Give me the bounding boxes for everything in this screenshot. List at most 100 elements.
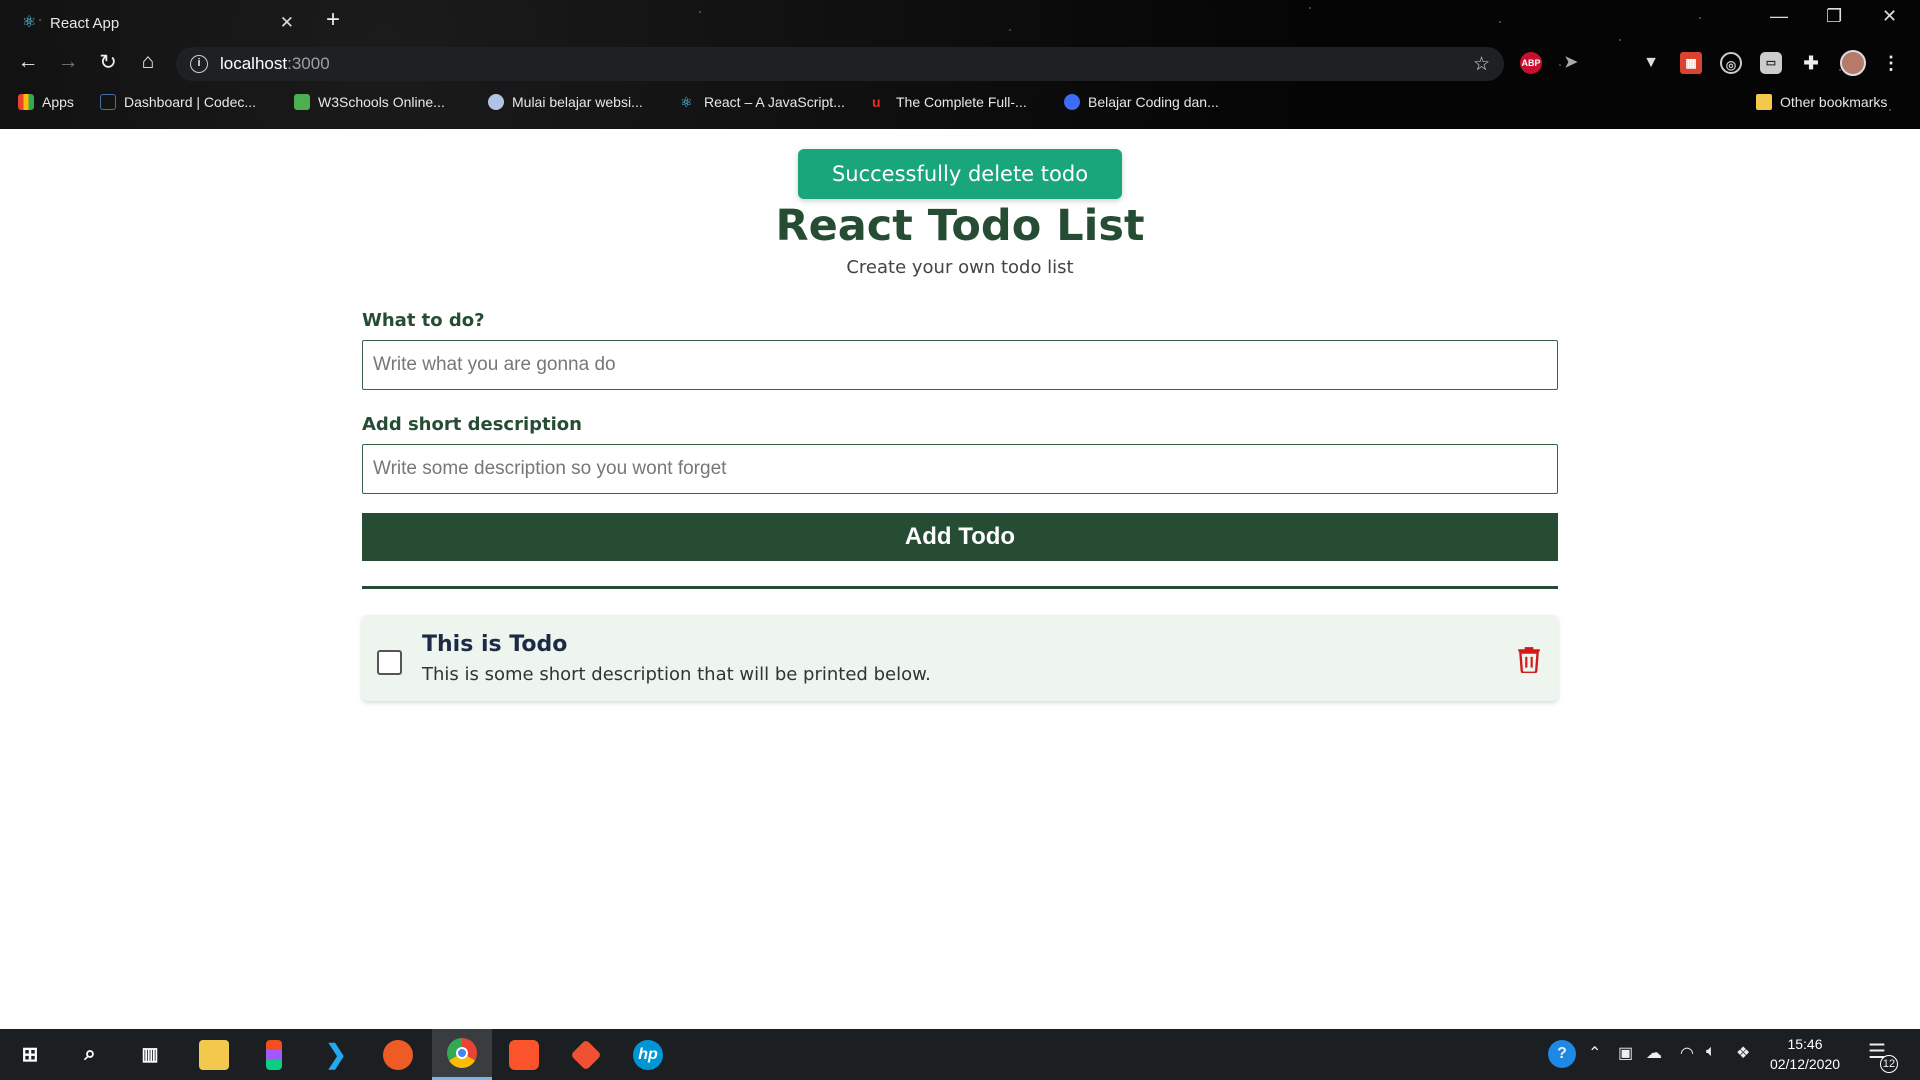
chrome-icon bbox=[447, 1038, 477, 1068]
todo-title-label: What to do? bbox=[362, 310, 485, 331]
success-toast: Successfully delete todo bbox=[798, 149, 1122, 199]
bookmark-label: Mulai belajar websi... bbox=[512, 94, 643, 110]
todo-title-input[interactable] bbox=[362, 340, 1558, 390]
chrome-menu-icon[interactable]: ⋮ bbox=[1880, 52, 1902, 74]
todo-description-label: Add short description bbox=[362, 414, 582, 435]
hp-icon: hp bbox=[633, 1039, 663, 1070]
browser-tab[interactable]: ⚛ React App ✕ bbox=[8, 4, 308, 42]
todo-item-title: This is Todo bbox=[422, 632, 568, 657]
taskbar-hp[interactable]: hp bbox=[618, 1029, 678, 1080]
back-arrow-icon[interactable]: ← bbox=[14, 50, 42, 74]
search-icon: ⌕ bbox=[84, 1043, 96, 1065]
forward-arrow-icon[interactable]: → bbox=[54, 50, 82, 74]
tab-close-icon[interactable]: ✕ bbox=[280, 13, 294, 33]
bookmark-label: React – A JavaScript... bbox=[704, 94, 845, 110]
bookmark-dashboard-codec[interactable]: Dashboard | Codec... bbox=[100, 94, 256, 110]
taskbar-brave[interactable] bbox=[494, 1029, 554, 1080]
extensions-puzzle-icon[interactable]: ✚ bbox=[1800, 52, 1822, 74]
restore-icon[interactable]: ❐ bbox=[1826, 6, 1842, 27]
w3schools-icon bbox=[294, 94, 310, 110]
bookmark-belajar-coding[interactable]: Belajar Coding dan... bbox=[1064, 94, 1219, 110]
git-icon bbox=[570, 1038, 602, 1071]
add-todo-button[interactable]: Add Todo bbox=[362, 513, 1558, 561]
todo-checkbox[interactable] bbox=[377, 650, 402, 675]
dropbox-icon[interactable]: ❖ bbox=[1736, 1043, 1750, 1063]
codecademy-icon bbox=[100, 94, 116, 110]
apps-grid-icon bbox=[18, 94, 34, 110]
address-bar[interactable]: i localhost:3000 ☆ bbox=[176, 47, 1504, 81]
start-button[interactable]: ⊞ bbox=[0, 1029, 60, 1080]
react-logo-icon: ⚛ bbox=[680, 94, 693, 110]
bookmark-mulai-belajar[interactable]: Mulai belajar websi... bbox=[488, 94, 643, 110]
taskbar-postman[interactable] bbox=[368, 1029, 428, 1080]
site-info-icon[interactable]: i bbox=[190, 55, 208, 73]
home-icon[interactable]: ⌂ bbox=[134, 50, 162, 74]
minimize-icon[interactable]: — bbox=[1770, 6, 1788, 27]
close-window-icon[interactable]: ✕ bbox=[1882, 6, 1897, 27]
page-subtitle: Create your own todo list bbox=[846, 257, 1074, 278]
windows-logo-icon: ⊞ bbox=[21, 1044, 39, 1066]
folder-icon bbox=[199, 1039, 229, 1070]
udemy-icon: u bbox=[872, 94, 881, 110]
notification-count-badge: 12 bbox=[1880, 1055, 1898, 1073]
search-button[interactable]: ⌕ bbox=[60, 1029, 120, 1080]
bookmark-label: W3Schools Online... bbox=[318, 94, 445, 110]
windows-taskbar: ⊞ ⌕ ▥ ❯ hp ? ⌃ ▣ ☁ ◠ 🔈︎ ❖ 15:46 02/12/20… bbox=[0, 1029, 1920, 1080]
trash-icon[interactable] bbox=[1516, 645, 1542, 673]
taskbar-vscode[interactable]: ❯ bbox=[306, 1029, 366, 1080]
todo-item-description: This is some short description that will… bbox=[422, 664, 931, 685]
other-bookmarks-label: Other bookmarks bbox=[1780, 94, 1888, 110]
onedrive-cloud-icon[interactable]: ☁ bbox=[1646, 1043, 1662, 1063]
other-bookmarks[interactable]: Other bookmarks bbox=[1756, 94, 1887, 110]
folder-icon bbox=[1756, 94, 1772, 110]
bookmark-label: Dashboard | Codec... bbox=[124, 94, 257, 110]
page-title: React Todo List bbox=[775, 201, 1145, 251]
octotree-icon[interactable]: ▦ bbox=[1680, 52, 1702, 74]
vscode-icon: ❯ bbox=[325, 1039, 347, 1069]
chat-extension-icon[interactable]: ▭ bbox=[1760, 52, 1782, 74]
site-icon bbox=[1064, 94, 1080, 110]
url-host: localhost bbox=[220, 54, 288, 73]
vue-devtools-icon[interactable]: ▼ bbox=[1640, 52, 1662, 74]
task-view-icon: ▥ bbox=[141, 1044, 159, 1064]
divider bbox=[362, 586, 1558, 589]
system-clock[interactable]: 15:46 02/12/2020 bbox=[1760, 1034, 1850, 1074]
bookmark-w3schools[interactable]: W3Schools Online... bbox=[294, 94, 445, 110]
bookmark-label: The Complete Full-... bbox=[896, 94, 1027, 110]
bookmark-star-icon[interactable]: ☆ bbox=[1473, 53, 1490, 76]
taskbar-file-explorer[interactable] bbox=[184, 1029, 244, 1080]
profile-avatar[interactable] bbox=[1840, 50, 1866, 76]
bookmark-label: Apps bbox=[42, 94, 74, 110]
page-content: Successfully delete todo React Todo List… bbox=[0, 129, 1920, 1029]
browser-chrome: ⚛ React App ✕ + — ❐ ✕ ← → ↻ ⌂ i localhos… bbox=[0, 0, 1920, 129]
send-extension-icon[interactable]: ➤ bbox=[1560, 52, 1582, 74]
todo-description-input[interactable] bbox=[362, 444, 1558, 494]
todo-item: This is Todo This is some short descript… bbox=[362, 615, 1558, 701]
adblock-plus-icon[interactable]: ABP bbox=[1520, 52, 1542, 74]
reload-icon[interactable]: ↻ bbox=[94, 50, 122, 75]
taskbar-chrome[interactable] bbox=[432, 1029, 492, 1080]
target-extension-icon[interactable]: ◎ bbox=[1720, 52, 1742, 74]
figma-icon bbox=[266, 1039, 282, 1070]
help-icon[interactable]: ? bbox=[1548, 1040, 1576, 1068]
postman-icon bbox=[383, 1039, 413, 1070]
meet-now-icon[interactable]: ▣ bbox=[1618, 1043, 1633, 1063]
taskbar-git[interactable] bbox=[556, 1029, 616, 1080]
chevron-up-icon[interactable]: ⌃ bbox=[1588, 1043, 1601, 1063]
task-view-button[interactable]: ▥ bbox=[120, 1029, 180, 1080]
clock-time: 15:46 bbox=[1787, 1036, 1823, 1052]
react-logo-icon: ⚛ bbox=[22, 14, 37, 31]
taskbar-figma[interactable] bbox=[244, 1029, 304, 1080]
url-port: :3000 bbox=[287, 54, 330, 73]
new-tab-button[interactable]: + bbox=[326, 6, 340, 34]
bookmark-react-docs[interactable]: ⚛ React – A JavaScript... bbox=[680, 94, 845, 110]
brave-icon bbox=[509, 1039, 539, 1070]
bookmark-complete-full[interactable]: u The Complete Full-... bbox=[872, 94, 1027, 110]
bookmark-label: Belajar Coding dan... bbox=[1088, 94, 1219, 110]
dicoding-icon bbox=[488, 94, 504, 110]
clock-date: 02/12/2020 bbox=[1769, 1056, 1841, 1072]
tab-title: React App bbox=[50, 14, 120, 32]
volume-icon[interactable]: 🔈︎ bbox=[1706, 1043, 1716, 1061]
bookmark-apps[interactable]: Apps bbox=[18, 94, 74, 110]
wifi-icon[interactable]: ◠ bbox=[1680, 1043, 1694, 1063]
